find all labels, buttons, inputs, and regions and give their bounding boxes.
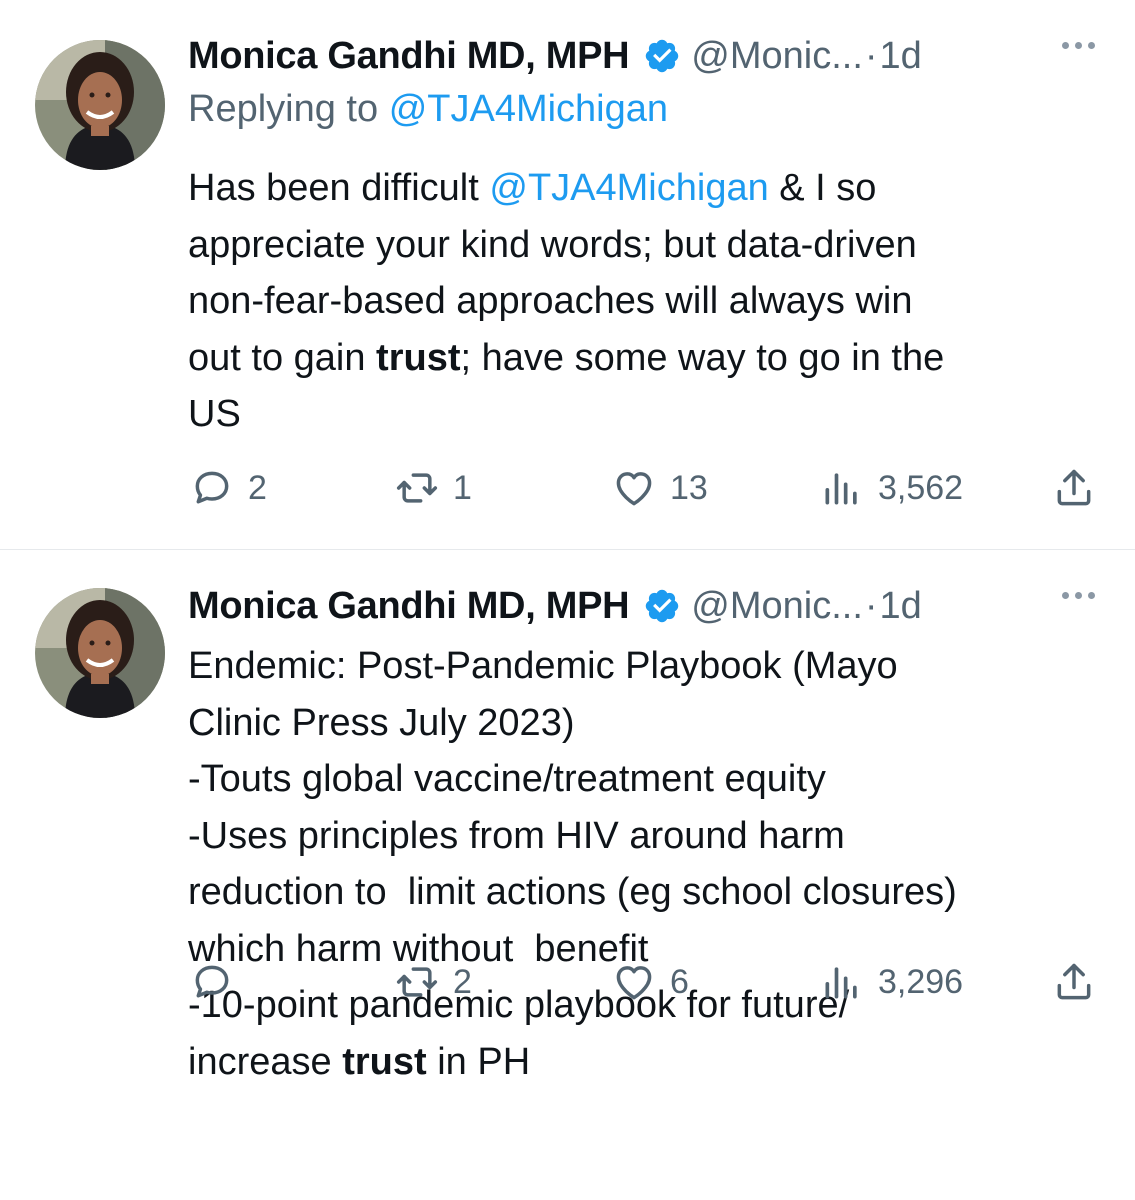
reply-icon — [190, 960, 234, 1004]
avatar[interactable] — [35, 588, 165, 718]
share-button[interactable] — [1052, 466, 1096, 510]
retweet-button[interactable]: 1 — [395, 466, 472, 510]
views-icon — [820, 466, 864, 510]
retweet-count: 1 — [453, 468, 472, 507]
reply-button[interactable] — [190, 960, 248, 1004]
tweet-text-part: Endemic: Post-Pandemic Playbook (Mayo Cl… — [188, 645, 957, 1083]
replying-to-label: Replying to — [188, 88, 379, 130]
verified-badge-icon — [643, 37, 681, 75]
view-count: 3,562 — [878, 468, 964, 507]
view-count: 3,296 — [878, 962, 964, 1001]
author-name[interactable]: Monica Gandhi MD, MPH — [188, 585, 630, 628]
tweet-text-part: Has been difficult — [188, 167, 490, 209]
separator: · — [864, 584, 878, 627]
heart-icon — [612, 960, 656, 1004]
replying-to-handle[interactable]: @TJA4Michigan — [389, 88, 668, 130]
reply-count: 2 — [248, 468, 267, 507]
like-count: 6 — [670, 962, 689, 1001]
reply-icon — [190, 466, 234, 510]
tweet-text-bold: trust — [376, 336, 461, 379]
more-options-icon[interactable] — [1062, 42, 1095, 49]
tweet-text: Endemic: Post-Pandemic Playbook (Mayo Cl… — [188, 638, 1088, 1090]
tweet[interactable]: Monica Gandhi MD, MPH @Monic... · 1d Rep… — [0, 0, 1135, 550]
verified-badge-icon — [643, 587, 681, 625]
tweet-header: Monica Gandhi MD, MPH @Monic... · 1d — [188, 30, 922, 82]
mention-link[interactable]: @TJA4Michigan — [489, 167, 768, 209]
share-button[interactable] — [1052, 960, 1096, 1004]
retweet-icon — [395, 960, 439, 1004]
share-icon — [1052, 960, 1096, 1004]
views-button[interactable]: 3,296 — [820, 960, 963, 1004]
reply-button[interactable]: 2 — [190, 466, 267, 510]
replying-to: Replying to @TJA4Michigan — [188, 88, 668, 131]
heart-icon — [612, 466, 656, 510]
tweet-header: Monica Gandhi MD, MPH @Monic... · 1d — [188, 580, 922, 632]
tweet[interactable]: Monica Gandhi MD, MPH @Monic... · 1d End… — [0, 550, 1135, 1200]
tweet-text-bold: trust — [342, 1040, 427, 1083]
author-handle[interactable]: @Monic... — [691, 585, 863, 628]
like-count: 13 — [670, 468, 708, 507]
like-button[interactable]: 6 — [612, 960, 689, 1004]
tweet-text-part: in PH — [426, 1040, 531, 1083]
views-button[interactable]: 3,562 — [820, 466, 963, 510]
like-button[interactable]: 13 — [612, 466, 708, 510]
views-icon — [820, 960, 864, 1004]
retweet-button[interactable]: 2 — [395, 960, 472, 1004]
author-handle[interactable]: @Monic... — [691, 35, 863, 78]
tweet-text: Has been difficult @TJA4Michigan & I so … — [188, 160, 1088, 443]
action-bar: 2 6 3,296 — [0, 960, 1135, 1004]
timestamp[interactable]: 1d — [880, 585, 922, 628]
retweet-count: 2 — [453, 962, 472, 1001]
retweet-icon — [395, 466, 439, 510]
separator: · — [864, 34, 878, 77]
action-bar: 2 1 13 3,562 — [0, 466, 1135, 510]
author-name[interactable]: Monica Gandhi MD, MPH — [188, 35, 630, 78]
avatar[interactable] — [35, 40, 165, 170]
share-icon — [1052, 466, 1096, 510]
timestamp[interactable]: 1d — [880, 35, 922, 78]
more-options-icon[interactable] — [1062, 592, 1095, 599]
